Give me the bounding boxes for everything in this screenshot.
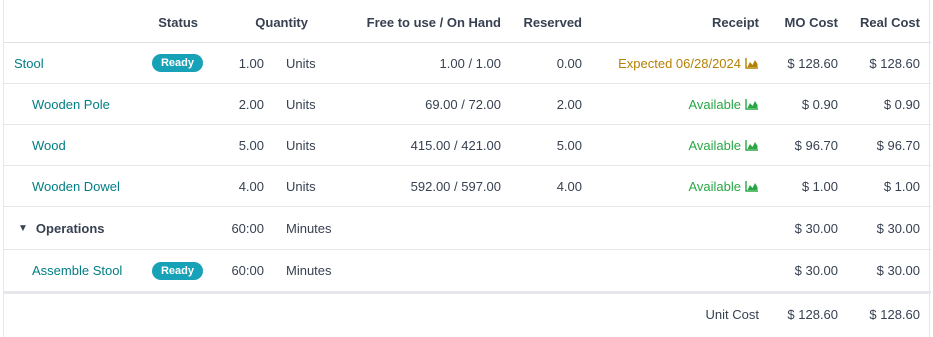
status-badge: Ready bbox=[151, 261, 203, 280]
receipt-cell: Available bbox=[604, 84, 759, 124]
reserved-value: 0.00 bbox=[556, 55, 582, 71]
column-header-real-cost: Real Cost bbox=[860, 14, 920, 30]
real-cost-value: $ 0.90 bbox=[883, 96, 920, 112]
uom-value: Minutes bbox=[286, 263, 332, 278]
product-link-wooden-dowel[interactable]: Wooden Dowel bbox=[32, 166, 152, 206]
product-link-wooden-pole[interactable]: Wooden Pole bbox=[32, 84, 152, 124]
area-chart-icon[interactable] bbox=[745, 57, 759, 69]
quantity-value: 5.00 bbox=[238, 137, 264, 153]
mo-cost-value: $ 30.00 bbox=[794, 220, 838, 236]
mo-cost-value: $ 1.00 bbox=[801, 178, 838, 194]
column-header-quantity: Quantity bbox=[255, 14, 308, 30]
uom-value: Units bbox=[286, 55, 316, 71]
table-row-wood: Wood 5.00 Units 415.00 / 421.00 5.00 Ava… bbox=[4, 125, 931, 166]
quantity-value: 60:00 bbox=[231, 220, 264, 236]
real-cost-value: $ 96.70 bbox=[876, 137, 920, 153]
reserved-value: 5.00 bbox=[556, 137, 582, 153]
unit-cost-label: Unit Cost bbox=[705, 306, 759, 322]
real-cost-value: $ 30.00 bbox=[876, 263, 920, 278]
real-cost-value: $ 128.60 bbox=[869, 55, 920, 71]
uom-value: Units bbox=[286, 96, 316, 112]
free-on-hand-value: 592.00 / 597.00 bbox=[410, 178, 501, 194]
mo-cost-value: $ 96.70 bbox=[794, 137, 838, 153]
mo-cost-value: $ 0.90 bbox=[801, 96, 838, 112]
area-chart-icon[interactable] bbox=[745, 98, 759, 110]
operation-link-assemble-stool[interactable]: Assemble Stool bbox=[32, 250, 152, 291]
quantity-value: 2.00 bbox=[238, 96, 264, 112]
operations-section-row[interactable]: ▼ Operations 60:00 Minutes $ 30.00 $ 30.… bbox=[4, 207, 931, 250]
receipt-available-label: Available bbox=[688, 96, 741, 112]
column-header-mo-cost: MO Cost bbox=[784, 14, 838, 30]
bom-overview-table: Status Quantity Free to use / On Hand Re… bbox=[3, 0, 931, 337]
column-header-status: Status bbox=[158, 14, 198, 30]
reserved-value: 2.00 bbox=[556, 96, 582, 112]
caret-down-icon: ▼ bbox=[18, 222, 28, 234]
column-header-reserved: Reserved bbox=[523, 14, 582, 30]
column-header-free-on-hand: Free to use / On Hand bbox=[366, 14, 501, 30]
table-header: Status Quantity Free to use / On Hand Re… bbox=[4, 2, 931, 43]
table-footer: Unit Cost $ 128.60 $ 128.60 bbox=[4, 292, 931, 334]
status-cell: Ready bbox=[144, 43, 203, 83]
receipt-cell: Available bbox=[604, 166, 759, 206]
table-row-stool: Stool Ready 1.00 Units 1.00 / 1.00 0.00 … bbox=[4, 43, 931, 84]
table-row-wooden-dowel: Wooden Dowel 4.00 Units 592.00 / 597.00 … bbox=[4, 166, 931, 207]
operations-title: Operations bbox=[35, 220, 105, 236]
free-on-hand-value: 1.00 / 1.00 bbox=[439, 55, 501, 71]
quantity-value: 1.00 bbox=[238, 55, 264, 71]
mo-cost-value: $ 128.60 bbox=[787, 55, 838, 71]
product-link-wood[interactable]: Wood bbox=[32, 125, 152, 165]
operations-toggle[interactable]: ▼ Operations bbox=[18, 207, 148, 249]
reserved-value: 4.00 bbox=[556, 178, 582, 194]
receipt-expected-label: Expected 06/28/2024 bbox=[618, 55, 741, 71]
quantity-value: 4.00 bbox=[238, 178, 264, 194]
column-header-receipt: Receipt bbox=[712, 14, 759, 30]
free-on-hand-value: 415.00 / 421.00 bbox=[410, 137, 501, 153]
receipt-cell: Available bbox=[604, 125, 759, 165]
receipt-cell: Expected 06/28/2024 bbox=[604, 43, 759, 83]
status-badge: Ready bbox=[151, 54, 203, 72]
unit-cost-real: $ 128.60 bbox=[869, 306, 920, 322]
table-row-assemble-stool: Assemble Stool Ready 60:00 Minutes $ 30.… bbox=[4, 250, 931, 292]
area-chart-icon[interactable] bbox=[745, 180, 759, 192]
status-cell: Ready bbox=[144, 250, 203, 291]
mo-cost-value: $ 30.00 bbox=[794, 263, 838, 278]
product-link-stool[interactable]: Stool bbox=[14, 43, 144, 83]
uom-value: Units bbox=[286, 137, 316, 153]
real-cost-value: $ 1.00 bbox=[883, 178, 920, 194]
receipt-available-label: Available bbox=[688, 137, 741, 153]
receipt-available-label: Available bbox=[688, 178, 741, 194]
quantity-value: 60:00 bbox=[231, 263, 264, 278]
free-on-hand-value: 69.00 / 72.00 bbox=[425, 96, 501, 112]
uom-value: Minutes bbox=[286, 220, 332, 236]
uom-value: Units bbox=[286, 178, 316, 194]
real-cost-value: $ 30.00 bbox=[876, 220, 920, 236]
unit-cost-mo: $ 128.60 bbox=[787, 306, 838, 322]
area-chart-icon[interactable] bbox=[745, 139, 759, 151]
table-row-wooden-pole: Wooden Pole 2.00 Units 69.00 / 72.00 2.0… bbox=[4, 84, 931, 125]
